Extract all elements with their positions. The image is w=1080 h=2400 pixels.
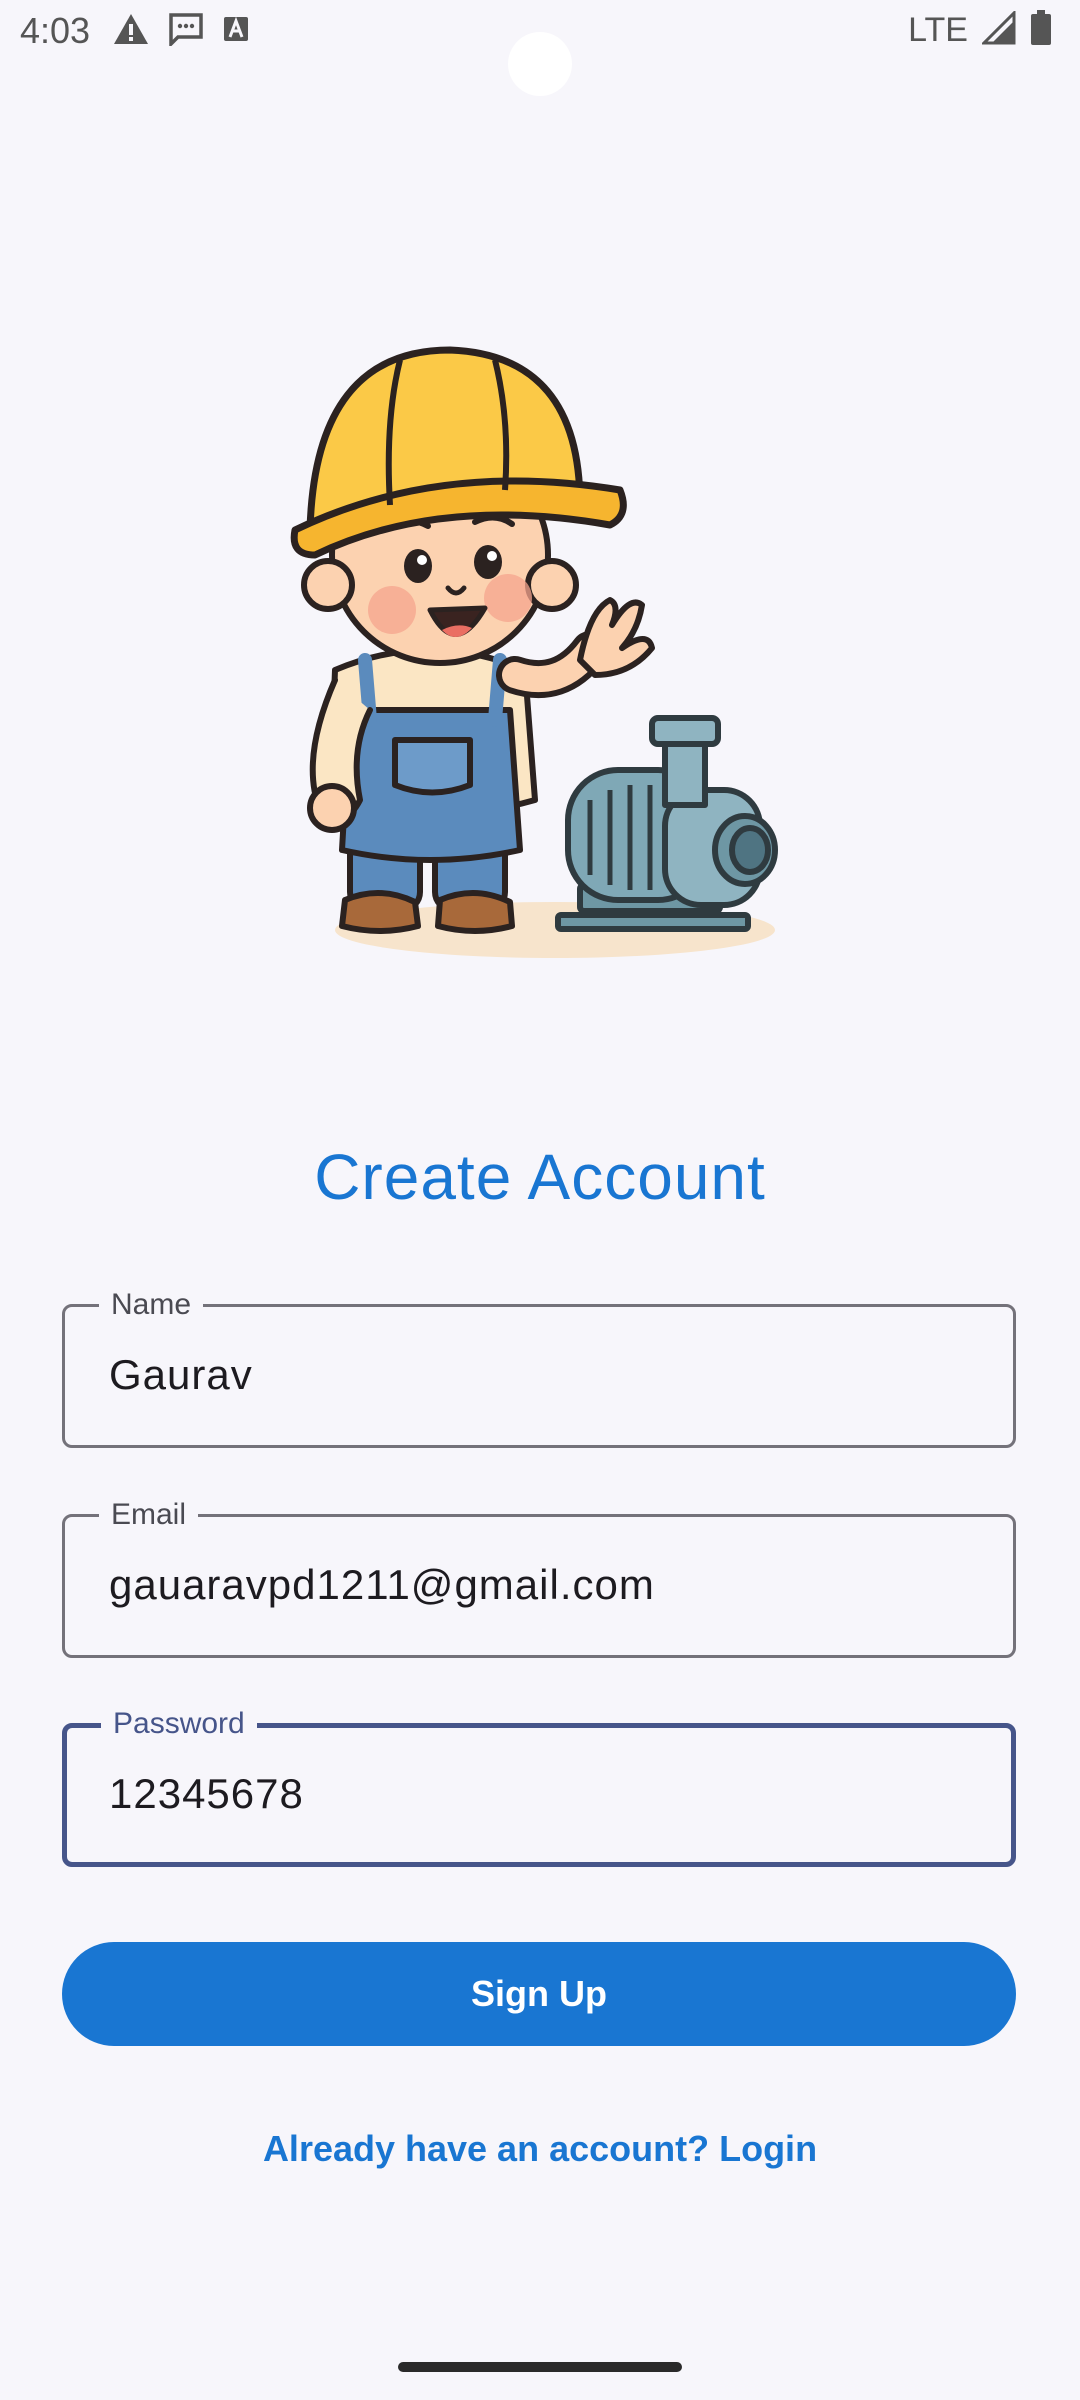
email-field-value[interactable]: gauaravpd1211@gmail.com [109,1561,655,1609]
password-field-label: Password [101,1704,257,1744]
home-indicator[interactable] [398,2362,682,2372]
front-camera-cutout [508,32,572,96]
keyboard-a-icon [222,15,250,48]
battery-icon [1030,10,1052,51]
signal-icon [980,9,1016,50]
name-field[interactable]: Name Gaurav [62,1285,1016,1448]
page-title: Create Account [314,1141,766,1213]
message-icon [168,12,204,51]
email-field-label: Email [99,1495,199,1535]
name-field-label: Name [99,1285,204,1325]
login-link[interactable]: Already have an account? Login [0,2128,1080,2170]
warning-icon [112,12,150,51]
notification-icons [112,12,250,51]
password-field-value[interactable]: 12345678 [109,1770,304,1818]
worker-with-pump-illustration [290,330,790,970]
network-type: LTE [908,11,968,49]
email-field[interactable]: Email gauaravpd1211@gmail.com [62,1495,1016,1658]
create-account-screen: 4:03 LTE Create Account Name Gaurav Emai… [0,0,1080,2400]
status-time: 4:03 [20,10,91,51]
system-icons: LTE [908,9,1052,51]
sign-up-button[interactable]: Sign Up [62,1942,1016,2046]
password-field[interactable]: Password 12345678 [62,1704,1016,1867]
name-field-value[interactable]: Gaurav [109,1351,253,1399]
